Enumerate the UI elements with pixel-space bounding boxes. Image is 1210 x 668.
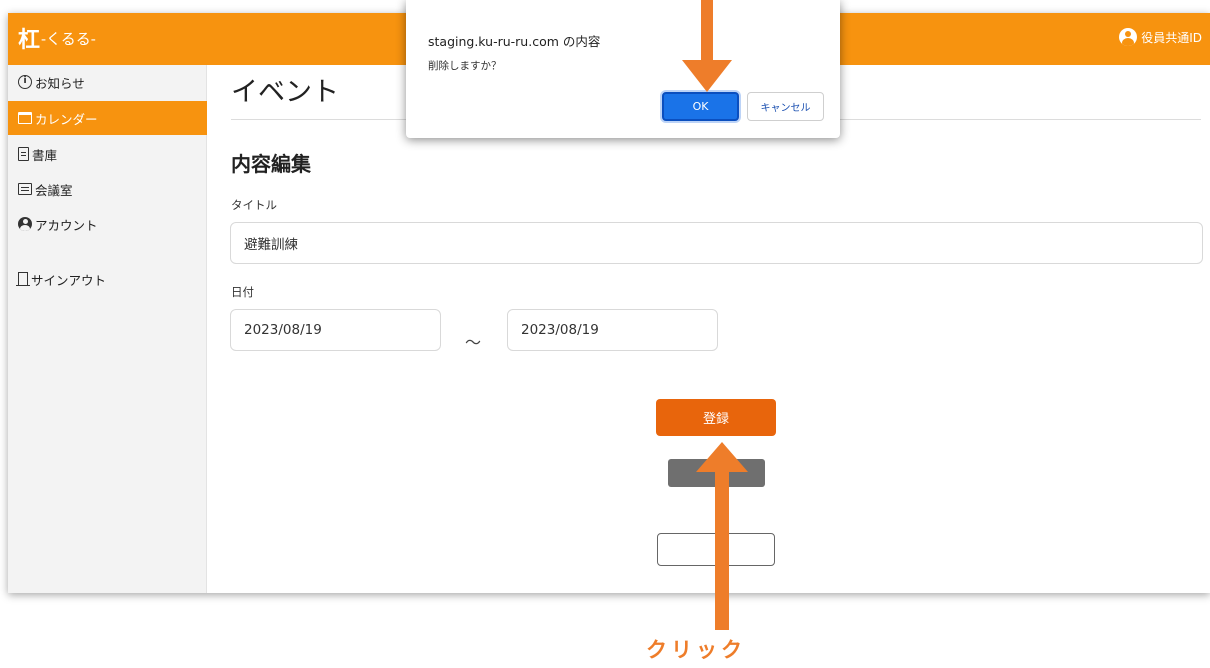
cancel-button[interactable]: キャンセル [747,92,824,121]
sidebar-item-account[interactable]: アカウント [8,207,207,241]
section-title: 内容編集 [231,152,311,176]
info-icon: i [18,75,32,89]
start-date-input[interactable]: 2023/08/19 [230,309,441,351]
door-icon [16,272,30,286]
date-separator: 〜 [465,333,482,352]
sidebar-item-label: お知らせ [35,75,85,91]
delete-button[interactable] [668,459,765,487]
sidebar-item-meeting-room[interactable]: 会議室 [8,172,207,206]
account-label: 役員共通ID [1141,30,1202,45]
logo-text: -くるる- [41,29,96,48]
click-annotation-label: クリック [646,638,746,662]
sidebar-item-label: 会議室 [35,182,73,198]
page-title: イベント [231,77,339,108]
sidebar-item-label: アカウント [35,217,98,233]
document-icon [18,147,29,161]
app-logo[interactable]: 杠 -くるる- [18,22,96,54]
sidebar-item-signout[interactable]: サインアウト [8,262,207,296]
sidebar: i お知らせ カレンダー 書庫 会議室 アカウント サインアウト [8,65,207,593]
sidebar-item-label: 書庫 [32,147,58,163]
calendar-icon [18,112,32,124]
sidebar-item-calendar[interactable]: カレンダー [8,101,207,135]
dialog-origin: staging.ku-ru-ru.com の内容 [428,34,601,49]
title-label: タイトル [231,198,277,212]
user-icon [18,217,32,231]
register-button[interactable]: 登録 [656,399,776,436]
sidebar-item-label: カレンダー [35,111,98,127]
confirm-dialog: staging.ku-ru-ru.com の内容 削除しますか？ OK キャンセ… [406,0,840,138]
ok-button[interactable]: OK [662,92,739,121]
user-circle-icon [1119,28,1138,46]
sidebar-item-library[interactable]: 書庫 [8,137,207,171]
date-label: 日付 [231,285,254,299]
chat-icon [18,183,32,195]
account-menu[interactable]: 役員共通ID [1119,28,1202,46]
dialog-message: 削除しますか？ [428,60,502,72]
back-button[interactable] [657,533,775,566]
logo-mark: 杠 [18,27,40,53]
main-content: イベント 内容編集 タイトル 避難訓練 日付 2023/08/19 〜 2023… [208,65,1210,593]
sidebar-item-label: サインアウト [31,272,107,288]
title-input[interactable]: 避難訓練 [230,222,1203,264]
sidebar-item-news[interactable]: i お知らせ [8,65,207,99]
end-date-input[interactable]: 2023/08/19 [507,309,718,351]
